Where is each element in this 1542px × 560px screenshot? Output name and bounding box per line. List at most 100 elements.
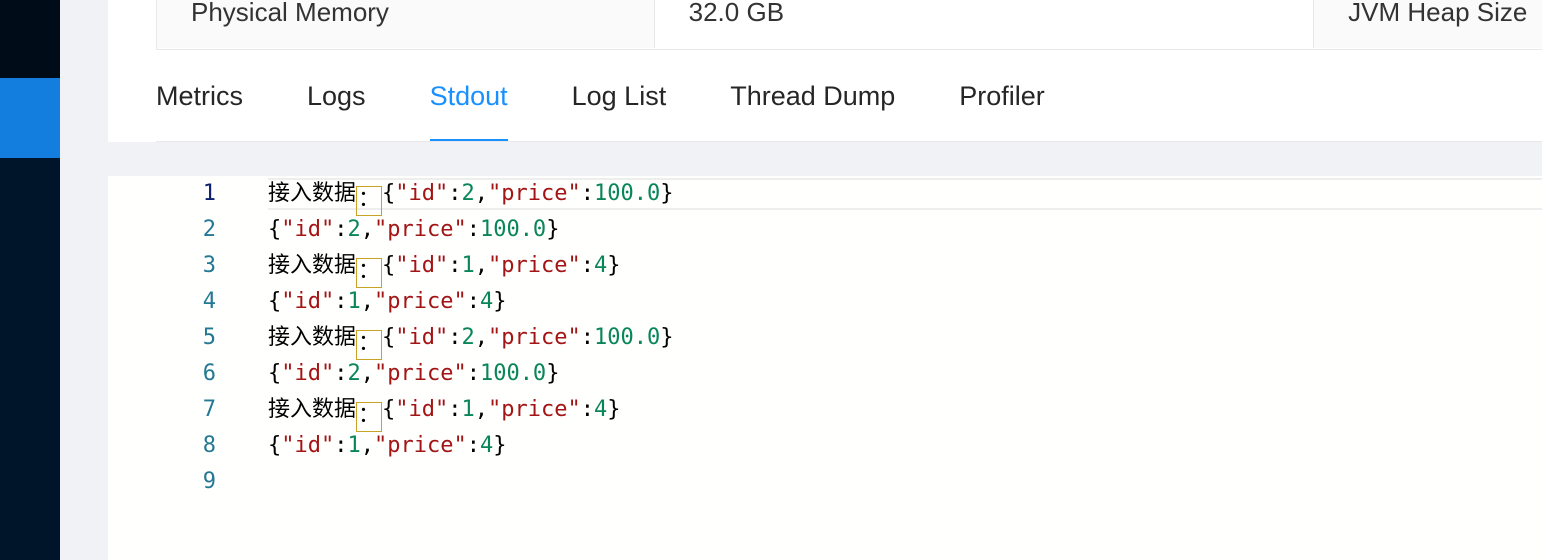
layout-gutter	[60, 0, 108, 560]
json-punc: :	[580, 397, 594, 422]
info-label-jvm-heap-size: JVM Heap Size	[1314, 0, 1542, 48]
json-number: 4	[593, 253, 608, 278]
json-punc: ,	[474, 253, 489, 278]
json-key: "price"	[373, 217, 467, 242]
line-number: 3	[202, 253, 216, 278]
json-punc: :	[466, 361, 480, 386]
tab-metrics[interactable]: Metrics	[156, 62, 243, 142]
line-number: 7	[202, 397, 216, 422]
json-key: "price"	[373, 361, 467, 386]
json-punc: {	[268, 433, 282, 458]
json-punc: :	[334, 361, 348, 386]
json-punc: {	[268, 361, 282, 386]
tab-log-list[interactable]: Log List	[572, 62, 667, 142]
json-punc: :	[334, 433, 348, 458]
line-number: 1	[202, 181, 216, 206]
json-number: 2	[461, 325, 475, 350]
info-table: Physical Memory 32.0 GB JVM Heap Size	[156, 0, 1542, 50]
line-number: 8	[202, 433, 216, 458]
json-key: "id"	[281, 433, 335, 458]
json-number: 1	[347, 433, 361, 458]
json-punc: :	[334, 217, 348, 242]
json-punc: ,	[360, 433, 374, 458]
json-number: 1	[461, 397, 475, 422]
json-punc: {	[382, 397, 396, 422]
json-punc: ,	[360, 289, 374, 314]
json-key: "id"	[395, 397, 449, 422]
tab-thread-dump[interactable]: Thread Dump	[730, 62, 895, 142]
json-punc: ,	[474, 397, 489, 422]
json-punc: :	[466, 217, 480, 242]
json-key: "price"	[488, 397, 581, 422]
json-punc: }	[660, 325, 674, 350]
line-number: 2	[202, 217, 216, 242]
json-punc: :	[448, 325, 462, 350]
line-number: 6	[202, 361, 216, 386]
json-punc: {	[268, 289, 282, 314]
json-number: 2	[347, 217, 361, 242]
sidebar-active-item[interactable]	[0, 78, 60, 158]
tab-profiler[interactable]: Profiler	[959, 62, 1045, 142]
json-punc: :	[466, 289, 480, 314]
json-number: 4	[479, 289, 494, 314]
json-punc: {	[268, 217, 282, 242]
log-prefix: 接入数据	[268, 397, 357, 422]
tab-logs[interactable]: Logs	[307, 62, 366, 142]
json-number: 4	[593, 397, 608, 422]
code-line: 2 {"id":2,"price":100.0}	[108, 212, 1542, 248]
json-punc: }	[607, 253, 621, 278]
json-key: "id"	[395, 181, 449, 206]
json-punc: }	[493, 289, 507, 314]
code-line: 3 接入数据：{"id":1,"price":4}	[108, 248, 1542, 288]
json-number: 100.0	[593, 181, 661, 206]
json-punc: }	[607, 397, 621, 422]
json-number: 100.0	[479, 361, 547, 386]
tabs-divider	[156, 141, 1542, 142]
info-label-physical-memory: Physical Memory	[157, 0, 655, 48]
json-punc: {	[382, 181, 396, 206]
info-value-physical-memory: 32.0 GB	[654, 0, 1315, 48]
code-text: 接入数据：{"id":2,"price":100.0}	[268, 180, 673, 216]
json-punc: {	[382, 253, 396, 278]
line-number: 9	[202, 469, 216, 494]
json-punc: }	[660, 181, 674, 206]
code-line: 1 接入数据：{"id":2,"price":100.0}	[108, 176, 1542, 216]
code-line: 7 接入数据：{"id":1,"price":4}	[108, 392, 1542, 432]
json-key: "id"	[395, 253, 449, 278]
json-number: 4	[479, 433, 494, 458]
json-key: "id"	[281, 289, 335, 314]
code-text: {"id":1,"price":4}	[268, 432, 506, 460]
json-punc: :	[580, 325, 594, 350]
json-key: "price"	[373, 289, 467, 314]
json-punc: {	[382, 325, 396, 350]
json-punc: :	[448, 397, 462, 422]
code-text: 接入数据：{"id":2,"price":100.0}	[268, 324, 673, 360]
tab-stdout[interactable]: Stdout	[429, 62, 508, 142]
code-text: 接入数据：{"id":1,"price":4}	[268, 396, 620, 432]
sidebar-header	[0, 0, 60, 78]
json-punc: }	[493, 433, 507, 458]
json-key: "id"	[281, 217, 335, 242]
json-number: 2	[347, 361, 361, 386]
json-punc: :	[334, 289, 348, 314]
json-key: "id"	[281, 361, 335, 386]
code-text: {"id":2,"price":100.0}	[268, 216, 559, 244]
json-punc: }	[546, 217, 560, 242]
json-punc: ,	[360, 361, 374, 386]
log-prefix: 接入数据	[268, 325, 357, 350]
line-number: 5	[202, 325, 216, 350]
json-key: "id"	[395, 325, 449, 350]
json-punc: ,	[360, 217, 374, 242]
code-line: 5 接入数据：{"id":2,"price":100.0}	[108, 320, 1542, 360]
stdout-code-editor[interactable]: 1 接入数据：{"id":2,"price":100.0} 2 {"id":2,"pr…	[108, 176, 1542, 560]
json-number: 100.0	[593, 325, 661, 350]
code-line: 6 {"id":2,"price":100.0}	[108, 356, 1542, 392]
json-punc: :	[580, 181, 594, 206]
sidebar	[0, 0, 60, 560]
json-punc: :	[580, 253, 594, 278]
log-prefix: 接入数据	[268, 253, 357, 278]
json-number: 1	[347, 289, 361, 314]
log-prefix: 接入数据	[268, 181, 357, 206]
code-line: 9	[108, 464, 1542, 500]
json-key: "price"	[373, 433, 467, 458]
